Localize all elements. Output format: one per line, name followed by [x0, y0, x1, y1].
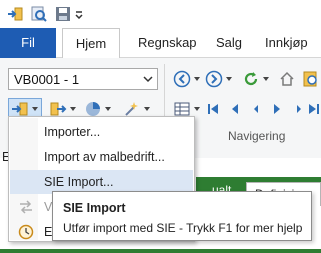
menu-item-label: SIE Import... [44, 175, 114, 189]
qat-dropdown-icon[interactable] [72, 3, 86, 25]
clock-icon [18, 224, 34, 240]
import-icon[interactable] [4, 3, 26, 25]
tab-purchasing[interactable]: Innkjøp [255, 28, 318, 58]
tab-accounting[interactable]: Regnskap [128, 28, 207, 58]
disabled-transfer-icon [18, 199, 34, 215]
company-select[interactable]: VB0001 - 1 [8, 68, 158, 90]
back-dropdown-icon[interactable] [193, 75, 201, 83]
home-icon[interactable] [276, 68, 298, 90]
menu-item-label: Importer... [44, 125, 101, 139]
chevron-down-icon[interactable] [142, 73, 154, 85]
previous-record-icon[interactable] [226, 98, 244, 120]
forward-dropdown-icon[interactable] [225, 75, 233, 83]
ribbon-tab-row: Fil Hjem Regnskap Salg Innkjøp [0, 28, 321, 59]
company-select-value: VB0001 - 1 [14, 72, 80, 87]
bottom-accent-bar [0, 249, 321, 253]
first-record-icon[interactable] [204, 98, 222, 120]
refresh-icon[interactable] [240, 68, 262, 90]
sie-import-tooltip: SIE Import Utfør import med SIE - Trykk … [52, 191, 312, 241]
chart-dropdown-icon[interactable] [104, 105, 112, 113]
export-dropdown-icon[interactable] [69, 105, 77, 113]
previous-page-icon[interactable] [247, 98, 265, 120]
tooltip-description: Utfør import med SIE - Trykk F1 for mer … [63, 221, 303, 235]
menu-item-import-template-company[interactable]: Import av malbedrift... [10, 145, 193, 169]
last-record-icon[interactable] [307, 98, 321, 120]
next-page-icon[interactable] [290, 98, 308, 120]
save-icon[interactable] [52, 3, 74, 25]
back-icon[interactable] [171, 68, 193, 90]
tab-sales[interactable]: Salg [206, 28, 252, 58]
next-record-icon[interactable] [268, 98, 286, 120]
forward-icon[interactable] [203, 68, 225, 90]
find-icon[interactable] [300, 68, 321, 90]
search-icon[interactable] [28, 3, 50, 25]
menu-item-importer[interactable]: Importer... [10, 120, 193, 144]
quick-access-toolbar [0, 0, 321, 28]
menu-item-label: Import av malbedrift... [44, 150, 165, 164]
tab-home[interactable]: Hjem [62, 28, 120, 59]
navigation-group-label: Navigering [228, 129, 286, 143]
refresh-dropdown-icon[interactable] [262, 75, 270, 83]
tools-dropdown-icon[interactable] [143, 105, 151, 113]
grid-view-dropdown-icon[interactable] [193, 105, 201, 113]
tab-file[interactable]: Fil [0, 28, 56, 58]
tooltip-title: SIE Import [63, 201, 126, 215]
